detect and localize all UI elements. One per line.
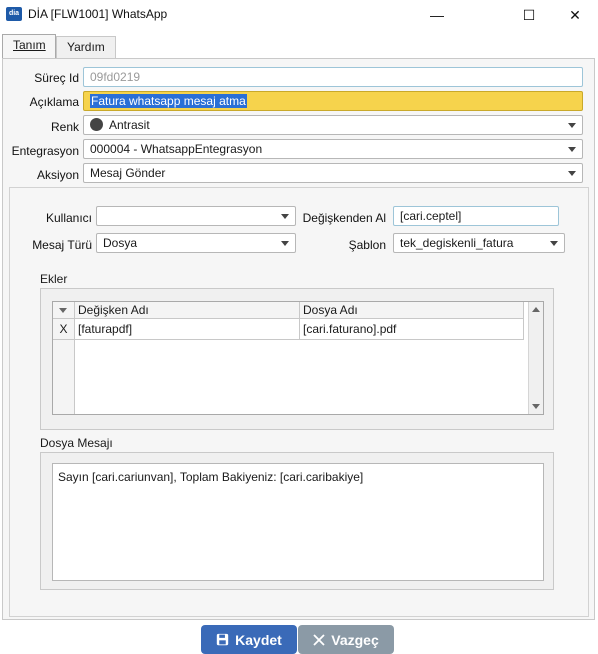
save-icon — [216, 633, 229, 646]
save-button-label: Kaydet — [235, 631, 282, 648]
aciklama-field[interactable]: Fatura whatsapp mesaj atma — [83, 91, 583, 111]
cancel-button[interactable]: Vazgeç — [298, 625, 394, 654]
chevron-down-icon — [281, 214, 289, 219]
chevron-down-icon — [59, 308, 67, 313]
column-header-degisken-adi[interactable]: Değişken Adı — [75, 302, 300, 319]
sablon-label: Şablon — [348, 238, 386, 252]
tab-yardim[interactable]: Yardım — [56, 36, 116, 58]
degiskenden-al-field[interactable]: [cari.ceptel] — [393, 206, 559, 226]
maximize-button[interactable]: ☐ — [506, 0, 552, 30]
dosya-mesaji-textarea[interactable]: Sayın [cari.cariunvan], Toplam Bakiyeniz… — [52, 463, 544, 581]
renk-label: Renk — [50, 120, 79, 134]
title-bar: dia DİA [FLW1001] WhatsApp — ☐ ✕ — [0, 0, 598, 30]
app-logo-icon: dia — [6, 7, 22, 21]
chevron-down-icon — [568, 171, 576, 176]
surec-id-field: 09fd0219 — [83, 67, 583, 87]
aksiyon-value: Mesaj Gönder — [90, 166, 166, 180]
dosya-mesaji-title: Dosya Mesajı — [40, 436, 113, 450]
delete-row-button[interactable]: X — [53, 319, 75, 340]
tab-strip: Tanım Yardım — [0, 30, 598, 59]
cancel-button-label: Vazgeç — [331, 631, 379, 648]
renk-value: Antrasit — [109, 118, 150, 132]
aciklama-label: Açıklama — [29, 95, 79, 109]
color-swatch-icon — [90, 118, 103, 131]
sablon-value: tek_degiskenli_fatura — [400, 236, 514, 250]
window-title: DİA [FLW1001] WhatsApp — [28, 7, 168, 21]
aksiyon-select[interactable]: Mesaj Gönder — [83, 163, 583, 183]
minimize-button[interactable]: — — [414, 0, 460, 30]
chevron-down-icon — [568, 123, 576, 128]
entegrasyon-label: Entegrasyon — [11, 144, 79, 158]
kullanici-select[interactable] — [96, 206, 296, 226]
tab-content-tanim: Süreç Id 09fd0219 Açıklama Fatura whatsa… — [2, 58, 595, 620]
chevron-down-icon — [568, 147, 576, 152]
aksiyon-label: Aksiyon — [36, 168, 79, 182]
table-cell-degisken-adi[interactable]: [faturapdf] — [75, 319, 300, 340]
scroll-down-icon[interactable] — [532, 404, 540, 409]
column-header-dosya-adi[interactable]: Dosya Adı — [300, 302, 524, 319]
grid-menu-button[interactable] — [53, 302, 75, 319]
close-icon — [313, 633, 325, 646]
vertical-scrollbar[interactable] — [528, 302, 543, 414]
save-button[interactable]: Kaydet — [201, 625, 297, 654]
dosya-mesaji-group: Sayın [cari.cariunvan], Toplam Bakiyeniz… — [40, 452, 554, 590]
entegrasyon-value: 000004 - WhatsappEntegrasyon — [90, 142, 263, 156]
tab-tanim[interactable]: Tanım — [2, 34, 56, 59]
surec-id-label: Süreç Id — [34, 71, 79, 85]
scroll-up-icon[interactable] — [532, 307, 540, 312]
kullanici-label: Kullanıcı — [45, 211, 92, 225]
action-panel: Kullanıcı Değişkenden Al [cari.ceptel] M… — [9, 187, 589, 617]
chevron-down-icon — [550, 241, 558, 246]
mesaj-turu-value: Dosya — [103, 236, 138, 250]
mesaj-turu-select[interactable]: Dosya — [96, 233, 296, 253]
ekler-group: Değişken Adı Dosya Adı X [faturapdf] [ca… — [40, 288, 554, 430]
aciklama-value: Fatura whatsapp mesaj atma — [90, 94, 247, 108]
sablon-select[interactable]: tek_degiskenli_fatura — [393, 233, 565, 253]
entegrasyon-select[interactable]: 000004 - WhatsappEntegrasyon — [83, 139, 583, 159]
mesaj-turu-label: Mesaj Türü — [32, 238, 92, 252]
close-window-button[interactable]: ✕ — [552, 0, 598, 30]
ekler-title: Ekler — [40, 272, 68, 286]
table-cell-dosya-adi[interactable]: [cari.faturano].pdf — [300, 319, 524, 340]
ekler-grid: Değişken Adı Dosya Adı X [faturapdf] [ca… — [52, 301, 544, 415]
degiskenden-al-label: Değişkenden Al — [302, 211, 386, 225]
chevron-down-icon — [281, 241, 289, 246]
renk-select[interactable]: Antrasit — [83, 115, 583, 135]
